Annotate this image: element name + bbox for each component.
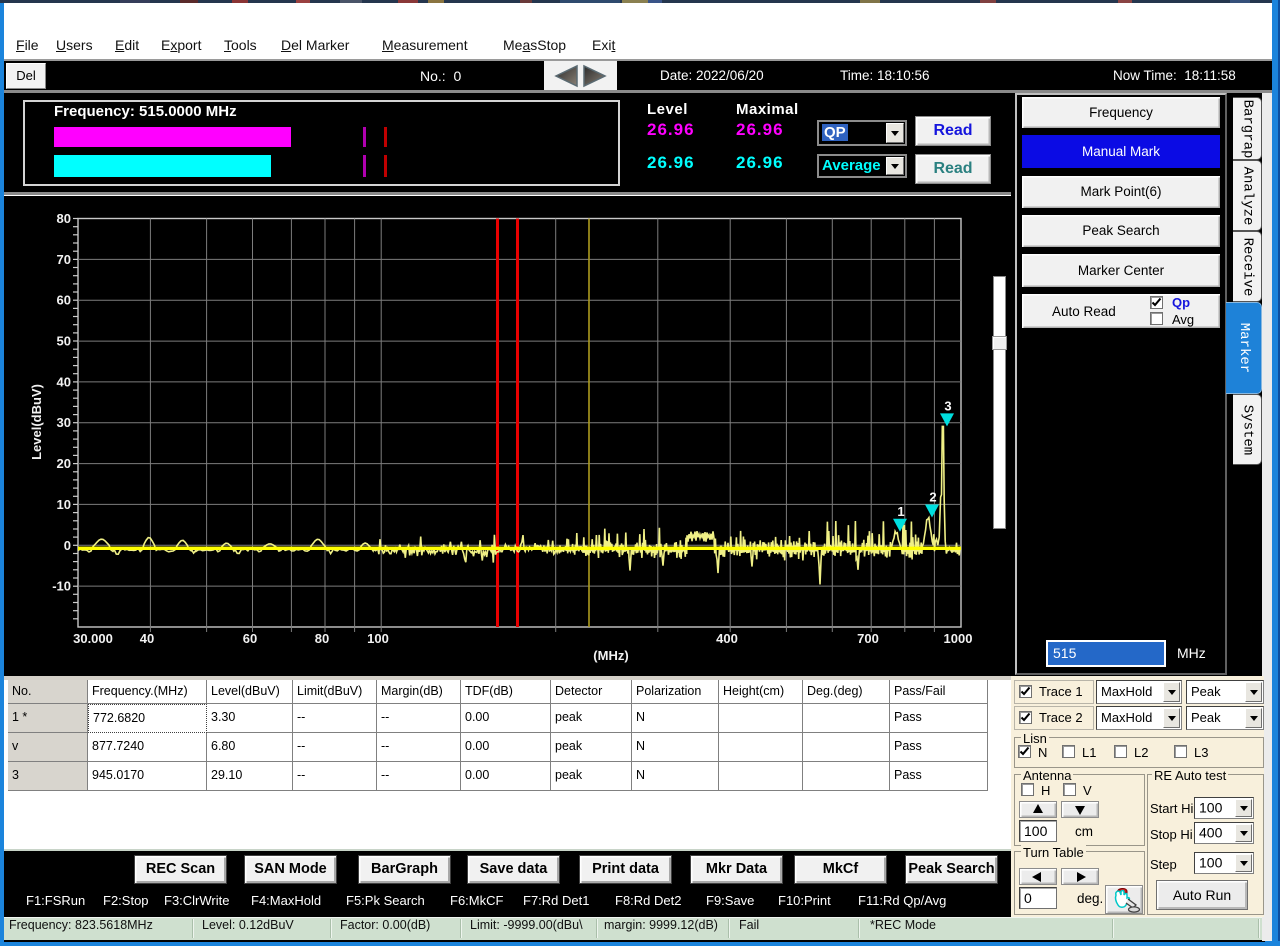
svg-text:60: 60	[243, 631, 257, 646]
svg-text:30: 30	[57, 415, 71, 430]
svg-text:1000: 1000	[944, 631, 973, 646]
svg-text:60: 60	[57, 293, 71, 308]
svg-text:80: 80	[57, 211, 71, 226]
svg-text:50: 50	[57, 334, 71, 349]
svg-text:0: 0	[64, 538, 71, 553]
svg-text:2: 2	[929, 490, 936, 505]
svg-text:(MHz): (MHz)	[593, 648, 628, 663]
svg-text:30.000: 30.000	[73, 631, 113, 646]
svg-text:70: 70	[57, 252, 71, 267]
svg-text:1: 1	[897, 504, 904, 519]
svg-text:3: 3	[944, 398, 951, 413]
svg-text:20: 20	[57, 456, 71, 471]
svg-text:100: 100	[367, 631, 389, 646]
svg-text:700: 700	[857, 631, 879, 646]
svg-text:Level(dBuV): Level(dBuV)	[29, 384, 44, 460]
svg-text:40: 40	[57, 374, 71, 389]
svg-text:40: 40	[140, 631, 154, 646]
svg-text:10: 10	[57, 497, 71, 512]
svg-text:80: 80	[315, 631, 329, 646]
svg-text:-10: -10	[52, 579, 71, 594]
svg-text:400: 400	[716, 631, 738, 646]
